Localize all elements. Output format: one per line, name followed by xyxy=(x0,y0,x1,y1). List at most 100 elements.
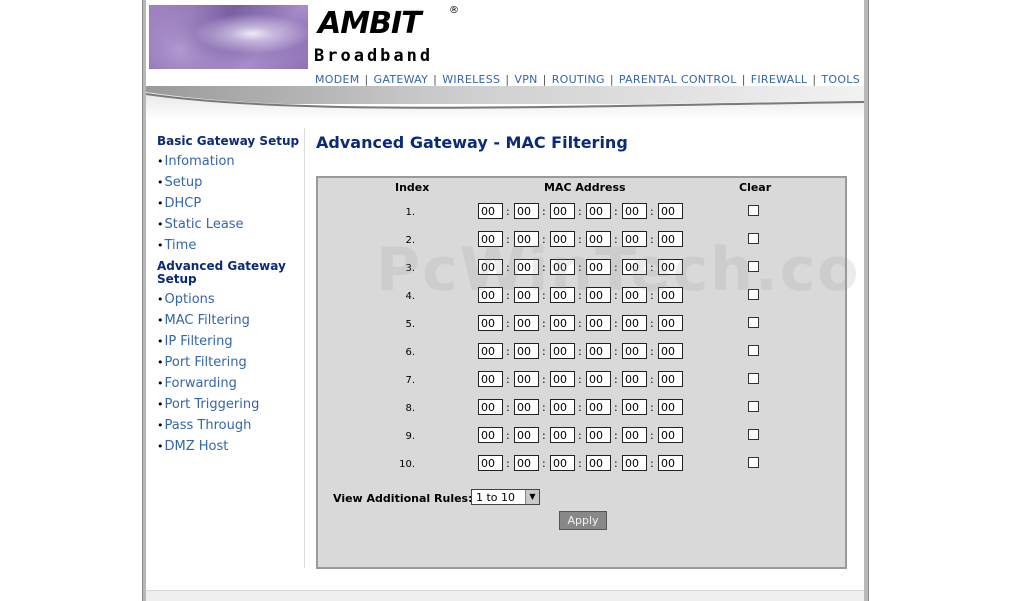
nav-link[interactable]: PARENTAL CONTROL xyxy=(619,73,737,86)
mac-octet-input[interactable] xyxy=(514,427,539,443)
mac-octet-input[interactable] xyxy=(478,287,503,303)
mac-octet-input[interactable] xyxy=(550,203,575,219)
mac-octet-input[interactable] xyxy=(658,371,683,387)
mac-octet-input[interactable] xyxy=(622,203,647,219)
mac-octet-input[interactable] xyxy=(658,259,683,275)
sidebar-basic-item[interactable]: •Time xyxy=(157,235,307,256)
mac-octet-input[interactable] xyxy=(550,399,575,415)
mac-octet-input[interactable] xyxy=(478,315,503,331)
mac-octet-input[interactable] xyxy=(586,203,611,219)
mac-octet-input[interactable] xyxy=(550,427,575,443)
mac-octet-input[interactable] xyxy=(550,315,575,331)
mac-octet-input[interactable] xyxy=(478,203,503,219)
mac-octet-input[interactable] xyxy=(658,287,683,303)
mac-octet-input[interactable] xyxy=(622,427,647,443)
sidebar-advanced-item[interactable]: •Port Triggering xyxy=(157,394,307,415)
nav-link[interactable]: TOOLS xyxy=(821,73,860,86)
sidebar-basic-item[interactable]: •Infomation xyxy=(157,151,307,172)
mac-octet-input[interactable] xyxy=(586,259,611,275)
mac-octet-input[interactable] xyxy=(622,371,647,387)
mac-octet-input[interactable] xyxy=(586,231,611,247)
mac-octet-input[interactable] xyxy=(622,315,647,331)
mac-octet-input[interactable] xyxy=(658,427,683,443)
clear-checkbox[interactable] xyxy=(748,205,759,216)
mac-octet-input[interactable] xyxy=(478,259,503,275)
mac-octet-input[interactable] xyxy=(514,259,539,275)
clear-checkbox[interactable] xyxy=(748,401,759,412)
nav-link[interactable]: ROUTING xyxy=(552,73,605,86)
column-header-mac: MAC Address xyxy=(544,181,626,194)
mac-octet-input[interactable] xyxy=(514,343,539,359)
apply-button[interactable]: Apply xyxy=(559,511,607,530)
mac-octet-input[interactable] xyxy=(514,455,539,471)
mac-octet-input[interactable] xyxy=(658,399,683,415)
nav-link[interactable]: FIREWALL xyxy=(751,73,808,86)
mac-octet-input[interactable] xyxy=(622,343,647,359)
mac-octet-input[interactable] xyxy=(586,343,611,359)
mac-octet-input[interactable] xyxy=(514,399,539,415)
nav-link[interactable]: VPN xyxy=(514,73,537,86)
mac-octet-input[interactable] xyxy=(622,231,647,247)
mac-octet-input[interactable] xyxy=(478,455,503,471)
mac-octet-input[interactable] xyxy=(514,203,539,219)
mac-octet-input[interactable] xyxy=(478,343,503,359)
mac-octet-input[interactable] xyxy=(658,455,683,471)
mac-octet-input[interactable] xyxy=(478,399,503,415)
clear-checkbox[interactable] xyxy=(748,429,759,440)
sidebar-basic-item[interactable]: •DHCP xyxy=(157,193,307,214)
mac-octet-input[interactable] xyxy=(478,427,503,443)
clear-checkbox[interactable] xyxy=(748,289,759,300)
mac-octet-input[interactable] xyxy=(586,315,611,331)
sidebar-basic-item[interactable]: •Static Lease xyxy=(157,214,307,235)
mac-octet-input[interactable] xyxy=(658,315,683,331)
mac-filter-panel: Index MAC Address Clear View Additional … xyxy=(316,176,847,569)
mac-octet-input[interactable] xyxy=(586,371,611,387)
mac-octet-input[interactable] xyxy=(586,455,611,471)
bullet-icon: • xyxy=(157,197,164,210)
clear-checkbox[interactable] xyxy=(748,373,759,384)
colon-separator: : xyxy=(578,345,582,358)
mac-octet-input[interactable] xyxy=(550,455,575,471)
clear-checkbox[interactable] xyxy=(748,261,759,272)
mac-octet-input[interactable] xyxy=(550,231,575,247)
mac-octet-input[interactable] xyxy=(478,231,503,247)
sidebar-advanced-item[interactable]: •Forwarding xyxy=(157,373,307,394)
mac-octet-input[interactable] xyxy=(550,259,575,275)
mac-octet-input[interactable] xyxy=(514,231,539,247)
mac-octet-input[interactable] xyxy=(658,231,683,247)
sidebar-advanced-item[interactable]: •MAC Filtering xyxy=(157,310,307,331)
mac-octet-input[interactable] xyxy=(622,455,647,471)
chevron-down-icon[interactable]: ▼ xyxy=(525,490,539,504)
mac-octet-input[interactable] xyxy=(514,315,539,331)
rules-range-select[interactable]: 1 to 10 ▼ xyxy=(471,489,540,505)
mac-octet-input[interactable] xyxy=(622,399,647,415)
nav-link[interactable]: WIRELESS xyxy=(442,73,500,86)
sidebar-basic-item[interactable]: •Setup xyxy=(157,172,307,193)
sidebar-advanced-item[interactable]: •Options xyxy=(157,289,307,310)
mac-octet-input[interactable] xyxy=(622,259,647,275)
sidebar-advanced-item[interactable]: •DMZ Host xyxy=(157,436,307,457)
mac-octet-input[interactable] xyxy=(586,427,611,443)
mac-octet-input[interactable] xyxy=(550,343,575,359)
mac-octet-input[interactable] xyxy=(622,287,647,303)
mac-octet-input[interactable] xyxy=(586,399,611,415)
clear-checkbox[interactable] xyxy=(748,233,759,244)
mac-octet-input[interactable] xyxy=(658,203,683,219)
sidebar-advanced-item[interactable]: •IP Filtering xyxy=(157,331,307,352)
sidebar-advanced-item[interactable]: •Port Filtering xyxy=(157,352,307,373)
mac-octet-input[interactable] xyxy=(478,371,503,387)
clear-checkbox[interactable] xyxy=(748,317,759,328)
mac-octet-input[interactable] xyxy=(586,287,611,303)
mac-octet-input[interactable] xyxy=(550,371,575,387)
mac-octet-input[interactable] xyxy=(550,287,575,303)
nav-link[interactable]: MODEM xyxy=(315,73,360,86)
sidebar-advanced-item[interactable]: •Pass Through xyxy=(157,415,307,436)
mac-octet-input[interactable] xyxy=(514,287,539,303)
colon-separator: : xyxy=(578,401,582,414)
mac-octet-input[interactable] xyxy=(514,371,539,387)
mac-octet-input[interactable] xyxy=(658,343,683,359)
colon-separator: : xyxy=(614,373,618,386)
clear-checkbox[interactable] xyxy=(748,345,759,356)
clear-checkbox[interactable] xyxy=(748,457,759,468)
nav-link[interactable]: GATEWAY xyxy=(374,73,429,86)
